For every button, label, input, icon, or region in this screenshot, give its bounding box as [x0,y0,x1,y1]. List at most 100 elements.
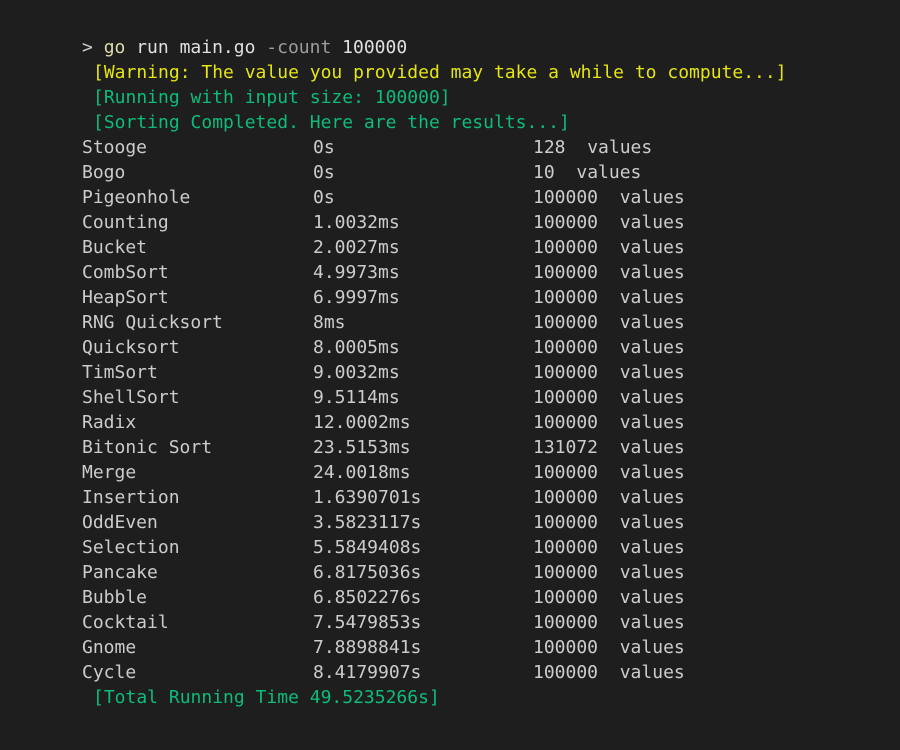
running-message: [Running with input size: 100000] [93,87,451,108]
algorithm-time: 8.4179907s [313,662,422,683]
value-unit: values [619,237,685,258]
value-count-cell: 100000 values [533,560,685,585]
value-unit: values [587,137,653,158]
value-count: 100000 [533,387,599,408]
algorithm-time: 0s [313,162,335,183]
algorithm-time: 12.0002ms [313,412,411,433]
result-row: Bucket 2.0027ms 100000 values [0,235,900,260]
value-count: 100000 [533,462,599,483]
algorithm-time: 7.5479853s [313,612,422,633]
value-unit: values [619,212,685,233]
algorithm-name: ShellSort [82,387,180,408]
algorithm-name: Cocktail [82,612,169,633]
value-count: 100000 [533,312,599,333]
value-count-cell: 100000 values [533,410,685,435]
value-count: 100000 [533,612,599,633]
result-row: Bubble 6.8502276s 100000 values [0,585,900,610]
algorithm-time: 0s [313,137,335,158]
value-count-cell: 100000 values [533,585,685,610]
result-row: Quicksort 8.0005ms 100000 values [0,335,900,360]
value-count: 100000 [533,537,599,558]
value-count-cell: 100000 values [533,185,685,210]
value-count-cell: 100000 values [533,460,685,485]
value-count: 100000 [533,562,599,583]
result-row: Pancake 6.8175036s 100000 values [0,560,900,585]
result-row: Merge 24.0018ms 100000 values [0,460,900,485]
value-count-cell: 100000 values [533,535,685,560]
total-time-message: [Total Running Time 49.5235266s] [93,687,440,708]
value-unit: values [619,512,685,533]
result-row: HeapSort 6.9997ms 100000 values [0,285,900,310]
algorithm-name: Bogo [82,162,126,183]
algorithm-time: 8.0005ms [313,337,400,358]
value-unit: values [619,262,685,283]
algorithm-name: Cycle [82,662,137,683]
completed-message: [Sorting Completed. Here are the results… [93,112,570,133]
value-count: 10 [533,162,555,183]
value-count-cell: 100000 values [533,335,685,360]
value-count: 131072 [533,437,599,458]
algorithm-time: 4.9973ms [313,262,400,283]
algorithm-name: Bubble [82,587,148,608]
result-row: RNG Quicksort 8ms 100000 values [0,310,900,335]
value-unit: values [619,187,685,208]
value-count-cell: 131072 values [533,435,685,460]
value-unit: values [619,362,685,383]
value-unit: values [619,337,685,358]
algorithm-name: Merge [82,462,137,483]
value-count-cell: 100000 values [533,285,685,310]
value-count: 100000 [533,512,599,533]
value-unit: values [619,662,685,683]
algorithm-name: TimSort [82,362,158,383]
value-count-cell: 100000 values [533,310,685,335]
value-count-cell: 128 values [533,135,652,160]
value-count: 100000 [533,362,599,383]
algorithm-name: RNG Quicksort [82,312,223,333]
algorithm-time: 24.0018ms [313,462,411,483]
value-unit: values [619,312,685,333]
terminal-output[interactable]: > go run main.go -count 100000 [Warning:… [0,0,900,750]
results-list: Stooge 0s 128 values Bogo 0s 10 values Pigeonh… [0,135,900,685]
algorithm-name: Insertion [82,487,180,508]
result-row: CombSort 4.9973ms 100000 values [0,260,900,285]
result-row: Counting 1.0032ms 100000 values [0,210,900,235]
algorithm-time: 9.5114ms [313,387,400,408]
value-unit: values [619,462,685,483]
algorithm-time: 23.5153ms [313,437,411,458]
result-row: Stooge 0s 128 values [0,135,900,160]
algorithm-name: Selection [82,537,180,558]
result-row: Insertion 1.6390701s 100000 values [0,485,900,510]
result-row: Bogo 0s 10 values [0,160,900,185]
result-row: Cycle 8.4179907s 100000 values [0,660,900,685]
value-count-cell: 100000 values [533,235,685,260]
result-row: Bitonic Sort 23.5153ms 131072 values [0,435,900,460]
algorithm-time: 7.8898841s [313,637,422,658]
command-args: run main.go [136,37,256,58]
warning-message: [Warning: The value you provided may tak… [93,62,787,83]
result-row: TimSort 9.0032ms 100000 values [0,360,900,385]
command-program: go [103,37,126,58]
value-count: 100000 [533,262,599,283]
result-row: Radix 12.0002ms 100000 values [0,410,900,435]
algorithm-time: 6.9997ms [313,287,400,308]
value-count: 100000 [533,487,599,508]
algorithm-time: 6.8175036s [313,562,422,583]
algorithm-name: CombSort [82,262,169,283]
value-count-cell: 100000 values [533,385,685,410]
value-count: 100000 [533,662,599,683]
value-unit: values [619,587,685,608]
value-count-cell: 100000 values [533,510,685,535]
value-count-cell: 100000 values [533,610,685,635]
command-line: > go run main.go -count 100000 [0,35,900,60]
algorithm-time: 3.5823117s [313,512,422,533]
value-count: 100000 [533,637,599,658]
algorithm-name: Pigeonhole [82,187,191,208]
value-unit: values [619,437,685,458]
value-count-cell: 100000 values [533,210,685,235]
algorithm-name: Pancake [82,562,158,583]
algorithm-time: 1.0032ms [313,212,400,233]
value-count: 100000 [533,212,599,233]
value-count-cell: 100000 values [533,660,685,685]
algorithm-name: Quicksort [82,337,180,358]
value-unit: values [576,162,642,183]
